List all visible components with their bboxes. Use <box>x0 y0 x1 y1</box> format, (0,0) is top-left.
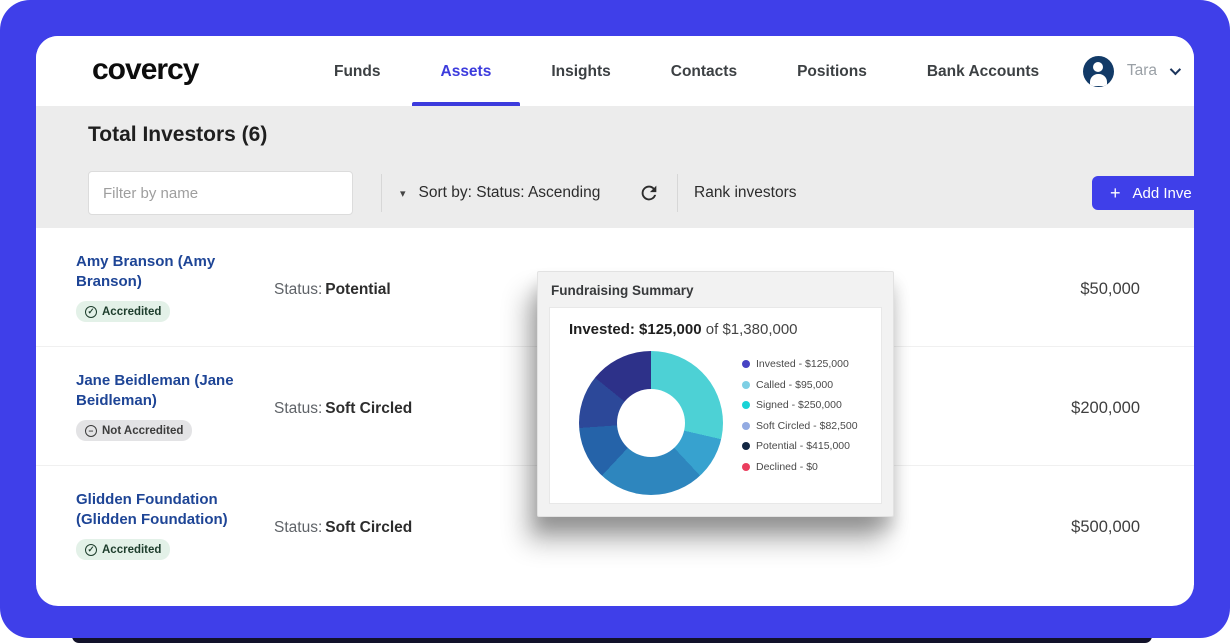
legend-dot <box>742 401 750 409</box>
legend-item: Invested - $125,000 <box>742 358 858 370</box>
investor-amount: $50,000 <box>1080 280 1140 299</box>
user-menu[interactable]: Tara <box>1083 36 1178 106</box>
fundraising-donut-chart <box>579 351 723 495</box>
page-title: Total Investors (6) <box>88 123 267 147</box>
tab-funds[interactable]: Funds <box>334 36 381 106</box>
legend-item: Signed - $250,000 <box>742 399 858 411</box>
toolbar-divider <box>381 174 382 212</box>
legend-dot <box>742 463 750 471</box>
legend-item: Potential - $415,000 <box>742 440 858 452</box>
check-circle-icon: ✓ <box>85 544 97 556</box>
user-name: Tara <box>1127 62 1157 80</box>
check-circle-icon: ✓ <box>85 306 97 318</box>
tab-positions[interactable]: Positions <box>797 36 867 106</box>
badge-label: Accredited <box>102 306 161 318</box>
legend-item: Soft Circled - $82,500 <box>742 420 858 432</box>
investor-name-link[interactable]: Amy Branson (Amy Branson) <box>76 252 254 292</box>
fundraising-summary-popup: Fundraising Summary Invested: $125,000 o… <box>537 271 894 517</box>
chart-legend: Invested - $125,000 Called - $95,000 Sig… <box>742 358 858 473</box>
tab-insights[interactable]: Insights <box>551 36 610 106</box>
tab-contacts[interactable]: Contacts <box>671 36 737 106</box>
sort-by-dropdown[interactable]: ▾ Sort by: Status: Ascending <box>400 171 600 215</box>
filter-by-name-input[interactable] <box>88 171 353 215</box>
investor-name-link[interactable]: Glidden Foundation (Glidden Foundation) <box>76 490 254 530</box>
main-nav: Funds Assets Insights Contacts Positions… <box>334 36 1039 106</box>
plus-icon: + <box>1110 183 1121 204</box>
badge-label: Not Accredited <box>102 425 183 437</box>
status-label: Status: <box>274 519 322 536</box>
sort-caret-icon: ▾ <box>400 187 406 200</box>
investor-amount: $500,000 <box>1071 518 1140 537</box>
tab-assets[interactable]: Assets <box>441 36 492 106</box>
tab-bank-accounts[interactable]: Bank Accounts <box>927 36 1039 106</box>
covercy-logo[interactable]: covercy <box>92 53 198 87</box>
status-value: Potential <box>325 281 390 298</box>
legend-item: Called - $95,000 <box>742 379 858 391</box>
top-navbar: covercy Funds Assets Insights Contacts P… <box>36 36 1194 106</box>
accreditation-badge: ✓ Accredited <box>76 539 170 560</box>
status-value: Soft Circled <box>325 400 412 417</box>
investor-name-link[interactable]: Jane Beidleman (Jane Beidleman) <box>76 371 254 411</box>
status-label: Status: <box>274 400 322 417</box>
status-label: Status: <box>274 281 322 298</box>
minus-circle-icon: − <box>85 425 97 437</box>
legend-dot <box>742 381 750 389</box>
popup-body: Invested: $125,000 of $1,380,000 Investe… <box>549 307 882 504</box>
chevron-down-icon <box>1170 64 1181 75</box>
legend-item: Declined - $0 <box>742 461 858 473</box>
add-investor-button[interactable]: + Add Inve <box>1092 176 1194 210</box>
accreditation-badge: ✓ Accredited <box>76 301 170 322</box>
investors-toolbar: Total Investors (6) ▾ Sort by: Status: A… <box>36 106 1194 228</box>
accreditation-badge: − Not Accredited <box>76 420 192 441</box>
add-investor-label: Add Inve <box>1133 185 1192 202</box>
invested-summary-text: Invested: $125,000 of $1,380,000 <box>569 321 798 338</box>
investor-amount: $200,000 <box>1071 399 1140 418</box>
sort-by-label: Sort by: Status: Ascending <box>419 184 601 202</box>
legend-dot <box>742 442 750 450</box>
refresh-icon[interactable] <box>637 182 661 206</box>
screenshot-stage: covercy Funds Assets Insights Contacts P… <box>0 0 1230 643</box>
popup-title: Fundraising Summary <box>551 283 694 298</box>
status-value: Soft Circled <box>325 519 412 536</box>
rank-investors-link[interactable]: Rank investors <box>694 184 797 202</box>
legend-dot <box>742 360 750 368</box>
toolbar-divider <box>677 174 678 212</box>
badge-label: Accredited <box>102 544 161 556</box>
user-avatar-icon <box>1083 56 1114 87</box>
legend-dot <box>742 422 750 430</box>
